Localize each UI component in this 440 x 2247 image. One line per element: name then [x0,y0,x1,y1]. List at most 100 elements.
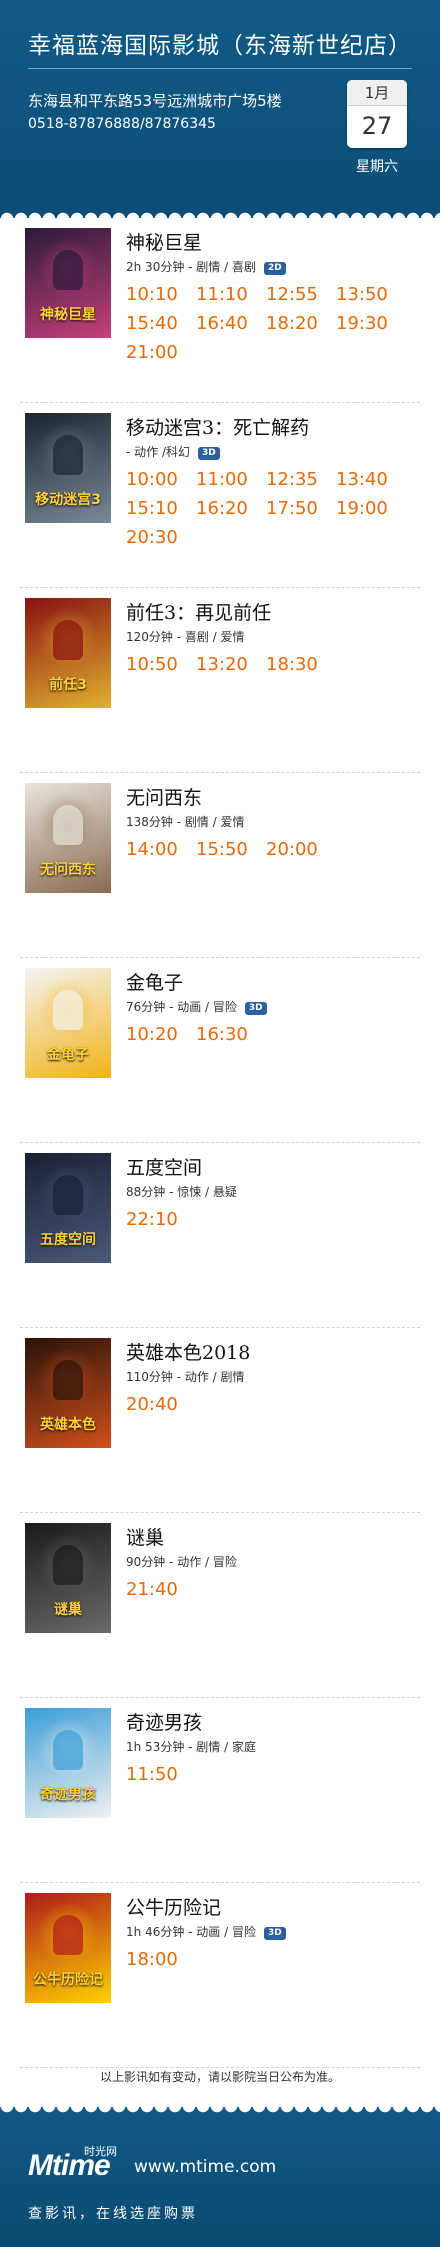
movie-poster[interactable]: 英雄本色 [25,1338,111,1448]
movie-duration-genre: 138分钟 - 剧情 / 爱情 [126,815,245,829]
showtime[interactable]: 16:40 [196,314,266,334]
movie-item[interactable]: 奇迹男孩 奇迹男孩 1h 53分钟 - 剧情 / 家庭 11:50 [0,1698,440,1883]
movie-poster[interactable]: 谜巢 [25,1523,111,1633]
movie-duration-genre: 2h 30分钟 - 剧情 / 喜剧 [126,260,256,274]
poster-title: 五度空间 [40,1232,96,1248]
movie-meta: 88分钟 - 惊悚 / 悬疑 [126,1183,426,1200]
movie-title[interactable]: 移动迷宫3：死亡解药 [126,413,426,440]
showtime[interactable]: 12:35 [266,470,336,490]
movie-info: 五度空间 88分钟 - 惊悚 / 悬疑 22:10 [126,1153,426,1230]
movie-item[interactable]: 五度空间 五度空间 88分钟 - 惊悚 / 悬疑 22:10 [0,1143,440,1328]
format-badge: 3D [198,447,220,460]
poster-title: 神秘巨星 [40,307,96,323]
showtime[interactable]: 10:10 [126,285,196,305]
movie-info: 英雄本色2018 110分钟 - 动作 / 剧情 20:40 [126,1338,426,1415]
showtime[interactable]: 11:10 [196,285,266,305]
header-divider [28,68,412,69]
showtime[interactable]: 10:50 [126,655,196,675]
showtime[interactable]: 21:00 [126,343,196,363]
movie-title[interactable]: 五度空间 [126,1153,426,1180]
showtime-grid: 21:40 [126,1580,426,1600]
movie-item[interactable]: 前任3 前任3：再见前任 120分钟 - 喜剧 / 爱情 10:50 13:20 18:3… [0,588,440,773]
movie-title[interactable]: 英雄本色2018 [126,1338,426,1365]
poster-title: 无问西东 [40,862,96,878]
movie-title[interactable]: 神秘巨星 [126,228,426,255]
poster-title: 英雄本色 [40,1417,96,1433]
showtime[interactable]: 20:00 [266,840,336,860]
showtime-grid: 11:50 [126,1765,426,1785]
poster-title: 奇迹男孩 [40,1787,96,1803]
movie-poster[interactable]: 公牛历险记 [25,1893,111,2003]
footer-banner: Mtime 时光网 www.mtime.com 查影讯，在线选座购票 [0,2106,440,2247]
showtime[interactable]: 18:20 [266,314,336,334]
movie-item[interactable]: 公牛历险记 公牛历险记 1h 46分钟 - 动画 / 冒险 3D 18:00 [0,1883,440,2068]
poster-figure [53,1545,83,1585]
movie-item[interactable]: 移动迷宫3 移动迷宫3：死亡解药 - 动作 /科幻 3D 10:00 11:00 12:35… [0,403,440,588]
poster-title: 金龟子 [47,1047,89,1063]
showtime[interactable]: 12:55 [266,285,336,305]
showtime[interactable]: 15:50 [196,840,266,860]
showtime[interactable]: 15:10 [126,499,196,519]
movie-title[interactable]: 公牛历险记 [126,1893,426,1920]
movie-info: 公牛历险记 1h 46分钟 - 动画 / 冒险 3D 18:00 [126,1893,426,1970]
poster-figure [53,620,83,660]
showtime[interactable]: 13:40 [336,470,406,490]
showtime[interactable]: 13:20 [196,655,266,675]
showtime[interactable]: 19:00 [336,499,406,519]
showtime[interactable]: 22:10 [126,1210,196,1230]
cinema-phone[interactable]: 0518-87876888/87876345 [28,116,216,132]
showtime[interactable]: 20:30 [126,528,196,548]
format-badge: 2D [263,262,286,275]
showtime[interactable]: 10:20 [126,1025,196,1045]
showtime[interactable]: 16:20 [196,499,266,519]
poster-figure [53,1360,83,1400]
showtime[interactable]: 17:50 [266,499,336,519]
movie-poster[interactable]: 前任3 [25,598,111,708]
movie-item[interactable]: 无问西东 无问西东 138分钟 - 剧情 / 爱情 14:00 15:50 20:00 [0,773,440,958]
showtime[interactable]: 13:50 [336,285,406,305]
movie-duration-genre: 1h 46分钟 - 动画 / 冒险 [126,1925,256,1939]
poster-title: 前任3 [49,677,87,693]
movie-poster[interactable]: 神秘巨星 [25,228,111,338]
showtime[interactable]: 11:50 [126,1765,196,1785]
site-url[interactable]: www.mtime.com [134,2157,276,2177]
showtime-grid: 18:00 [126,1950,426,1970]
showtime[interactable]: 21:40 [126,1580,196,1600]
schedule-note: 以上影讯如有变动，请以影院当日公布为准。 [99,2070,340,2084]
showtime[interactable]: 20:40 [126,1395,196,1415]
showtime[interactable]: 10:00 [126,470,196,490]
movie-poster[interactable]: 奇迹男孩 [25,1708,111,1818]
movie-poster[interactable]: 移动迷宫3 [25,413,111,523]
mtime-logo-sub: 时光网 [84,2145,117,2158]
movie-title[interactable]: 前任3：再见前任 [126,598,426,625]
showtime[interactable]: 15:40 [126,314,196,334]
showtime[interactable]: 18:00 [126,1950,196,1970]
cinema-address: 东海县和平东路53号远洲城市广场5楼 [28,92,282,110]
movie-poster[interactable]: 五度空间 [25,1153,111,1263]
showtime[interactable]: 14:00 [126,840,196,860]
showtime-grid: 10:00 11:00 12:35 13:40 15:10 16:20 17:50 19:00… [126,470,426,548]
poster-figure [53,805,83,845]
movie-meta: 76分钟 - 动画 / 冒险 3D [126,998,426,1015]
movie-duration-genre: 1h 53分钟 - 剧情 / 家庭 [126,1740,256,1754]
movie-title[interactable]: 无问西东 [126,783,426,810]
movie-title[interactable]: 金龟子 [126,968,426,995]
showtime[interactable]: 18:30 [266,655,336,675]
footer-slogan: 查影讯，在线选座购票 [28,2206,198,2222]
showtime[interactable]: 16:30 [196,1025,266,1045]
cinema-name: 幸福蓝海国际影城（东海新世纪店） [28,33,412,59]
movie-poster[interactable]: 无问西东 [25,783,111,893]
showtime-grid: 14:00 15:50 20:00 [126,840,426,860]
movie-item[interactable]: 神秘巨星 神秘巨星 2h 30分钟 - 剧情 / 喜剧 2D 10:10 11:10 12:… [0,218,440,403]
movie-title[interactable]: 谜巢 [126,1523,426,1550]
movie-item[interactable]: 谜巢 谜巢 90分钟 - 动作 / 冒险 21:40 [0,1513,440,1698]
showtime-grid: 20:40 [126,1395,426,1415]
showtime[interactable]: 19:30 [336,314,406,334]
movie-poster[interactable]: 金龟子 [25,968,111,1078]
showtime-grid: 10:20 16:30 [126,1025,426,1045]
movie-title[interactable]: 奇迹男孩 [126,1708,426,1735]
showtime[interactable]: 11:00 [196,470,266,490]
movie-item[interactable]: 英雄本色 英雄本色2018 110分钟 - 动作 / 剧情 20:40 [0,1328,440,1513]
movie-item[interactable]: 金龟子 金龟子 76分钟 - 动画 / 冒险 3D 10:20 16:30 [0,958,440,1143]
movie-duration-genre: 120分钟 - 喜剧 / 爱情 [126,630,245,644]
